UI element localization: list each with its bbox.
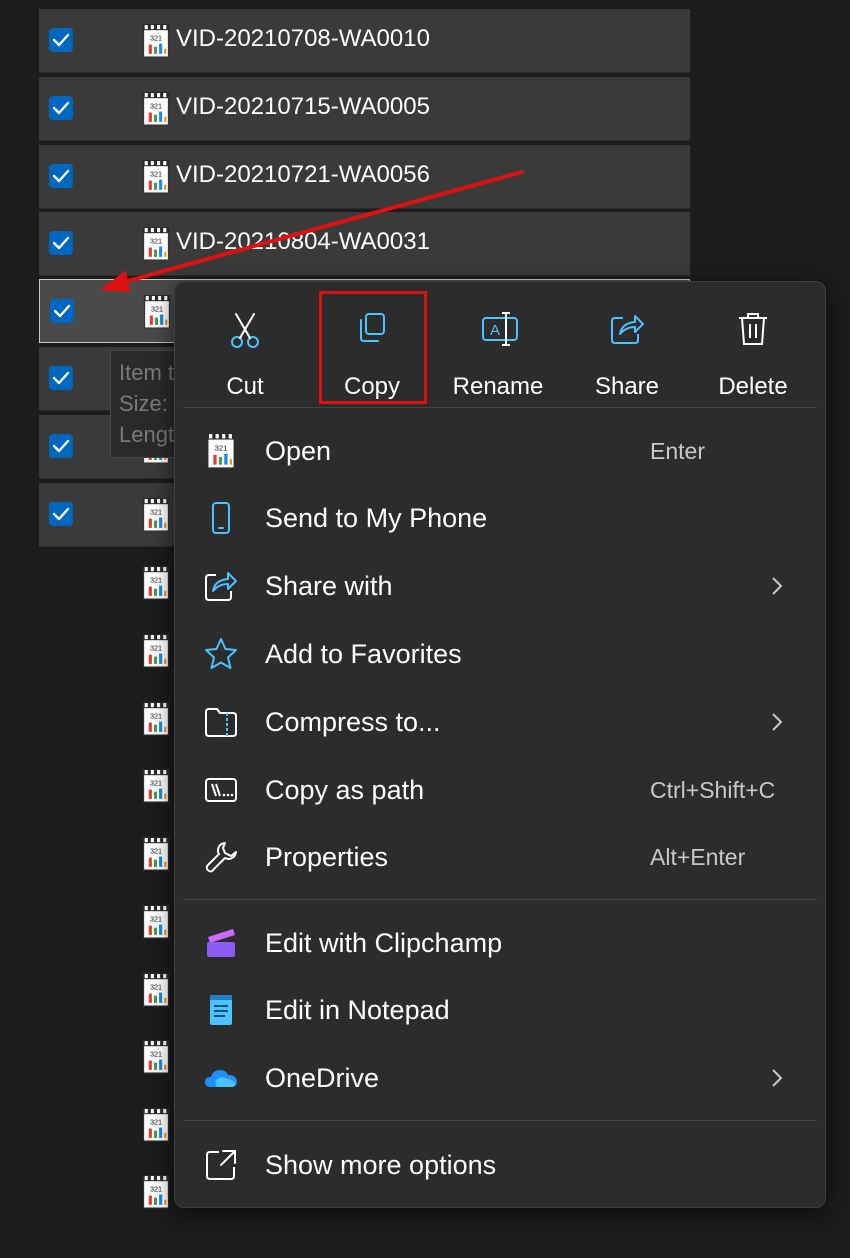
annotation-arrow <box>100 170 524 292</box>
